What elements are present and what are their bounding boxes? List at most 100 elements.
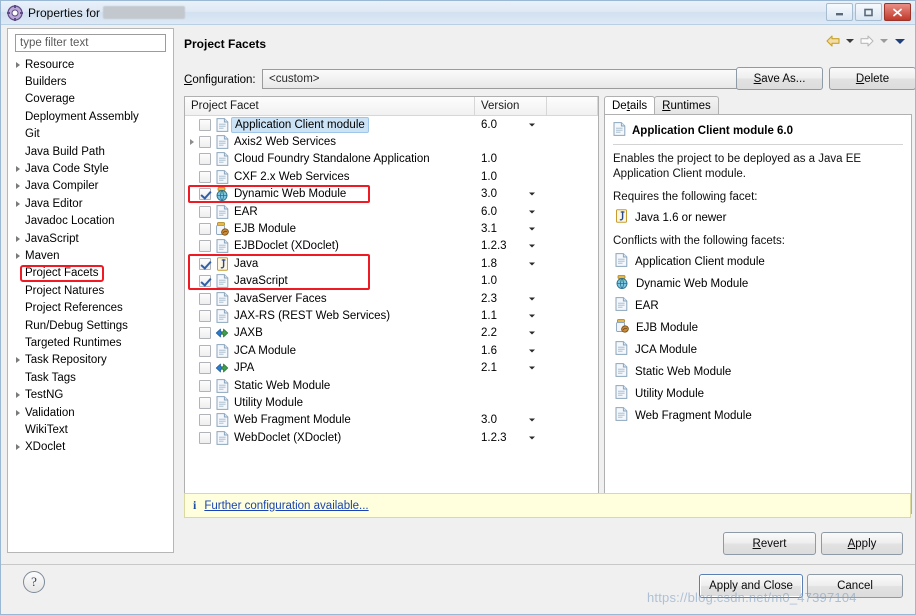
- facet-checkbox[interactable]: [199, 170, 211, 183]
- table-row[interactable]: Web Fragment Module 3.0: [185, 412, 598, 429]
- sidebar-item-run-debug-settings[interactable]: Run/Debug Settings: [8, 317, 168, 334]
- configuration-select[interactable]: <custom>: [262, 69, 818, 89]
- facet-checkbox[interactable]: [199, 292, 211, 305]
- expand-arrow-icon[interactable]: [12, 357, 24, 364]
- further-configuration-link[interactable]: Further configuration available...: [204, 500, 368, 512]
- facet-checkbox[interactable]: [199, 309, 211, 322]
- facet-checkbox[interactable]: [199, 327, 211, 340]
- version-chevron-down-icon[interactable]: [529, 262, 535, 266]
- version-chevron-down-icon[interactable]: [529, 297, 535, 301]
- table-row[interactable]: JAX-RS (REST Web Services) 1.1: [185, 307, 598, 324]
- facet-checkbox[interactable]: [199, 396, 211, 409]
- facet-checkbox[interactable]: [199, 257, 211, 270]
- table-row[interactable]: EAR 6.0: [185, 203, 598, 220]
- expand-arrow-icon[interactable]: [12, 252, 24, 259]
- table-row[interactable]: EJB Module 3.1: [185, 220, 598, 237]
- table-row[interactable]: WebDoclet (XDoclet) 1.2.3: [185, 429, 598, 446]
- expand-arrow-icon[interactable]: [12, 409, 24, 416]
- back-arrow-icon[interactable]: [825, 34, 841, 48]
- sidebar-item-builders[interactable]: Builders: [8, 73, 168, 90]
- help-button[interactable]: ?: [23, 571, 45, 593]
- sidebar-item-deployment-assembly[interactable]: Deployment Assembly: [8, 108, 168, 125]
- version-chevron-down-icon[interactable]: [529, 331, 535, 335]
- version-chevron-down-icon[interactable]: [529, 366, 535, 370]
- sidebar-item-resource[interactable]: Resource: [8, 56, 168, 73]
- sidebar-item-targeted-runtimes[interactable]: Targeted Runtimes: [8, 334, 168, 351]
- expand-arrow-icon[interactable]: [12, 200, 24, 207]
- column-header-project-facet[interactable]: Project Facet: [185, 97, 475, 115]
- table-row[interactable]: Utility Module: [185, 394, 598, 411]
- facet-checkbox[interactable]: [199, 188, 211, 201]
- facet-checkbox[interactable]: [199, 414, 211, 427]
- maximize-button[interactable]: [855, 3, 882, 21]
- table-row[interactable]: Application Client module 6.0: [185, 116, 598, 133]
- facet-checkbox[interactable]: [199, 362, 211, 375]
- facet-checkbox[interactable]: [199, 136, 211, 149]
- table-row[interactable]: Axis2 Web Services: [185, 133, 598, 150]
- version-chevron-down-icon[interactable]: [529, 227, 535, 231]
- sidebar-item-validation[interactable]: Validation: [8, 404, 168, 421]
- expand-arrow-icon[interactable]: [12, 183, 24, 190]
- facet-checkbox[interactable]: [199, 344, 211, 357]
- facet-checkbox[interactable]: [199, 431, 211, 444]
- version-chevron-down-icon[interactable]: [529, 314, 535, 318]
- table-row[interactable]: JAXB 2.2: [185, 325, 598, 342]
- version-chevron-down-icon[interactable]: [529, 349, 535, 353]
- sidebar-item-maven[interactable]: Maven: [8, 247, 168, 264]
- sidebar-item-git[interactable]: Git: [8, 126, 168, 143]
- expand-arrow-icon[interactable]: [12, 444, 24, 451]
- close-button[interactable]: [884, 3, 911, 21]
- table-row[interactable]: Dynamic Web Module 3.0: [185, 186, 598, 203]
- tab-details[interactable]: De t ails: [604, 96, 656, 115]
- back-history-chevron-down-icon[interactable]: [846, 39, 854, 43]
- table-row[interactable]: JPA 2.1: [185, 359, 598, 376]
- table-row[interactable]: EJBDoclet (XDoclet) 1.2.3: [185, 238, 598, 255]
- sidebar-item-java-build-path[interactable]: Java Build Path: [8, 143, 168, 160]
- facet-checkbox[interactable]: [199, 275, 211, 288]
- facet-checkbox[interactable]: [199, 118, 211, 131]
- sidebar-item-xdoclet[interactable]: XDoclet: [8, 439, 168, 456]
- table-row[interactable]: JavaServer Faces 2.3: [185, 290, 598, 307]
- minimize-button[interactable]: [826, 3, 853, 21]
- table-row[interactable]: JavaScript 1.0: [185, 273, 598, 290]
- column-header-version[interactable]: Version: [475, 97, 547, 115]
- sidebar-item-project-natures[interactable]: Project Natures: [8, 282, 168, 299]
- version-chevron-down-icon[interactable]: [529, 436, 535, 440]
- filter-input[interactable]: [15, 34, 166, 52]
- project-facets-table[interactable]: Project Facet Version Application Client…: [184, 96, 599, 514]
- expand-arrow-icon[interactable]: [12, 166, 24, 173]
- expand-arrow-icon[interactable]: [12, 392, 24, 399]
- table-row[interactable]: Java 1.8: [185, 255, 598, 272]
- facet-checkbox[interactable]: [199, 153, 211, 166]
- expand-arrow-icon[interactable]: [12, 61, 24, 68]
- sidebar-item-task-tags[interactable]: Task Tags: [8, 369, 168, 386]
- version-chevron-down-icon[interactable]: [529, 123, 535, 127]
- version-chevron-down-icon[interactable]: [529, 418, 535, 422]
- sidebar-item-java-compiler[interactable]: Java Compiler: [8, 178, 168, 195]
- sidebar-item-java-code-style[interactable]: Java Code Style: [8, 160, 168, 177]
- apply-and-close-button[interactable]: Apply and Close: [699, 574, 803, 598]
- sidebar-item-javascript[interactable]: JavaScript: [8, 230, 168, 247]
- revert-button[interactable]: Revert: [723, 532, 816, 555]
- sidebar-item-javadoc-location[interactable]: Javadoc Location: [8, 213, 168, 230]
- facet-checkbox[interactable]: [199, 240, 211, 253]
- table-row[interactable]: JCA Module 1.6: [185, 342, 598, 359]
- facet-checkbox[interactable]: [199, 205, 211, 218]
- sidebar-item-java-editor[interactable]: Java Editor: [8, 195, 168, 212]
- apply-button[interactable]: Apply: [821, 532, 903, 555]
- delete-button[interactable]: Delete: [829, 67, 915, 90]
- facet-checkbox[interactable]: [199, 223, 211, 236]
- expand-arrow-icon[interactable]: [12, 235, 24, 242]
- sidebar-item-task-repository[interactable]: Task Repository: [8, 352, 168, 369]
- sidebar-item-wikitext[interactable]: WikiText: [8, 421, 168, 438]
- version-chevron-down-icon[interactable]: [529, 210, 535, 214]
- save-as-button[interactable]: Save As...: [736, 67, 823, 90]
- expand-arrow-icon[interactable]: [185, 139, 199, 146]
- table-row[interactable]: Static Web Module: [185, 377, 598, 394]
- facet-checkbox[interactable]: [199, 379, 211, 392]
- sidebar-item-project-facets[interactable]: Project Facets: [8, 264, 168, 282]
- tab-runtimes[interactable]: Runtimes: [654, 96, 719, 115]
- sidebar-item-testng[interactable]: TestNG: [8, 386, 168, 403]
- version-chevron-down-icon[interactable]: [529, 244, 535, 248]
- page-menu-chevron-down-icon[interactable]: [895, 38, 905, 44]
